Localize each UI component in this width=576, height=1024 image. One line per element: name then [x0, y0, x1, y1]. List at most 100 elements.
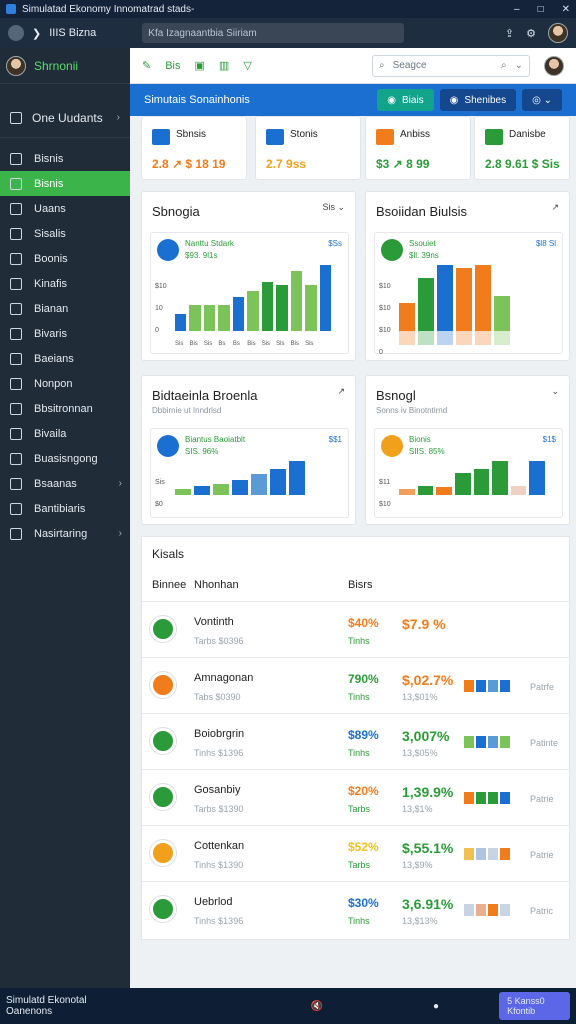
- y-tick-label: $10: [155, 283, 167, 290]
- sidebar-item[interactable]: Nonpon: [0, 371, 130, 396]
- table-row[interactable]: Gosanbiy Tarbs $1390 $20% Tarbs 1,39.9% 13,$1…: [142, 769, 571, 825]
- panel-menu-button[interactable]: ↗: [337, 386, 345, 397]
- col-header[interactable]: Bisrs: [348, 579, 372, 591]
- table-row[interactable]: Cottenkan Tinhs $1390 $52% Tarbs $,55.1% 13,$…: [142, 825, 571, 881]
- sidebar-item[interactable]: Bianan: [0, 296, 130, 321]
- col-header[interactable]: Nhonhan: [194, 579, 239, 591]
- panel-menu-button[interactable]: ⌄: [551, 386, 559, 397]
- row-status[interactable]: Patric: [530, 906, 553, 916]
- chart-bar: [261, 282, 274, 331]
- user-icon[interactable]: ●: [433, 1001, 439, 1012]
- status-button[interactable]: 5 Kanss0 Kfontib: [499, 992, 570, 1020]
- row-trend: Tarbs: [348, 804, 371, 814]
- sidebar-item[interactable]: Nasirtaring ›: [0, 521, 130, 546]
- avatar[interactable]: [548, 23, 568, 43]
- stat-card[interactable]: Anbiss $3 ↗ 8 99: [365, 116, 471, 180]
- row-sub: Tinhs $1396: [194, 916, 244, 926]
- table-title: Kisals: [152, 547, 185, 561]
- primary-button[interactable]: ◉ Biais: [377, 89, 434, 111]
- chart-sublabel: SIS. 96%: [185, 447, 219, 456]
- stat-card[interactable]: Sbnsis 2.8 ↗ $ 18 19: [141, 116, 247, 180]
- row-percent: $20%: [348, 784, 379, 798]
- stat-value: $3 ↗ 8 99: [376, 157, 430, 171]
- panel-menu-button[interactable]: ↗: [551, 202, 559, 213]
- row-trend: Tinhs: [348, 636, 370, 646]
- stat-name: Sbnsis: [176, 129, 207, 140]
- sidebar-item[interactable]: Baeians: [0, 346, 130, 371]
- row-status[interactable]: Patrie: [530, 850, 554, 860]
- address-bar[interactable]: Kfa Izagnaantbia Siiriam: [142, 23, 405, 43]
- sidebar-item[interactable]: Bivaila: [0, 421, 130, 446]
- sidebar-item[interactable]: Bisnis: [0, 171, 130, 196]
- secondary-button[interactable]: ◉ Shenibes: [439, 89, 517, 111]
- row-percent: $89%: [348, 728, 379, 742]
- sidebar-item[interactable]: Bisnis: [0, 146, 130, 171]
- y-tick-label: $0: [155, 501, 163, 508]
- stat-card[interactable]: Stonis 2.7 9ss: [255, 116, 361, 180]
- sidebar-item[interactable]: Bbsitronnan: [0, 396, 130, 421]
- stats-icon[interactable]: ▥: [219, 59, 229, 72]
- search-icon: ⌕: [379, 60, 385, 71]
- panel-menu-button[interactable]: Sis ⌄: [322, 202, 345, 213]
- minimize-button[interactable]: –: [514, 4, 520, 15]
- x-tick-label: Bs: [218, 341, 226, 347]
- chart-bar: [175, 489, 191, 495]
- row-value-sub: 13,$1%: [402, 804, 433, 814]
- status-text: Simulatd Ekonotal Oanenons: [6, 995, 87, 1017]
- mute-icon[interactable]: 🔇: [311, 1001, 323, 1012]
- sidebar-section[interactable]: One Uudants ›: [0, 98, 130, 138]
- filter-icon[interactable]: ▽: [243, 59, 251, 72]
- x-tick-label: Sls: [276, 341, 285, 347]
- color-swatches: [464, 736, 510, 748]
- box-icon: [10, 377, 22, 390]
- sidebar-item[interactable]: Kinafis: [0, 271, 130, 296]
- sidebar-item[interactable]: Uaans: [0, 196, 130, 221]
- dropdown-button[interactable]: ◎ ⌄: [522, 89, 562, 111]
- panel-title: Bsnogl: [376, 388, 416, 403]
- sidebar-item[interactable]: Bsaanas ›: [0, 471, 130, 496]
- sidebar-item[interactable]: Buasisngong: [0, 446, 130, 471]
- sidebar-item-label: Bantibiaris: [34, 502, 86, 515]
- chart-bar: [175, 313, 187, 331]
- sidebar-item[interactable]: Bantibiaris: [0, 496, 130, 521]
- sidebar-item[interactable]: Sisalis: [0, 221, 130, 246]
- x-tick-label: Bs: [232, 341, 240, 347]
- share-icon[interactable]: ⇪: [505, 27, 514, 40]
- search-icon[interactable]: ⌕: [501, 60, 507, 71]
- table-row[interactable]: Boiobrgrin Tinhs $1396 $89% Tinhs 3,007% 13,$…: [142, 713, 571, 769]
- chart-bar: [232, 296, 245, 331]
- row-icon: [150, 616, 176, 642]
- chart-bar: [213, 483, 229, 495]
- row-status[interactable]: Patrie: [530, 794, 554, 804]
- row-icon: [150, 672, 176, 698]
- x-tick-label: Sis: [261, 341, 271, 347]
- chart-legend: Bionis: [409, 435, 431, 444]
- search-input[interactable]: Seagce: [393, 60, 493, 71]
- sidebar-item[interactable]: Boonis: [0, 246, 130, 271]
- nav-item[interactable]: Bis: [165, 60, 180, 72]
- table-row[interactable]: Uebrlod Tinhs $1396 $30% Tinhs 3,6.91% 13,$13…: [142, 881, 571, 937]
- chart-corner-label: $$1: [328, 435, 342, 444]
- close-button[interactable]: ✕: [562, 4, 570, 15]
- col-header[interactable]: Binnee: [152, 579, 186, 591]
- table-row[interactable]: Amnagonan Tabs $0390 790% Tinhs $,02.7% 13,$0…: [142, 657, 571, 713]
- profile-avatar[interactable]: [6, 55, 26, 76]
- row-status[interactable]: Patinte: [530, 738, 558, 748]
- chevron-right-icon: ›: [118, 528, 122, 539]
- forward-icon[interactable]: ❯: [32, 27, 41, 40]
- link-icon: [10, 502, 22, 515]
- sidebar-item[interactable]: Bivaris: [0, 321, 130, 346]
- stat-card[interactable]: Danisbe 2.8 9.61 $ Sis: [474, 116, 570, 180]
- chevron-down-icon[interactable]: ⌄: [515, 60, 523, 71]
- table-row[interactable]: Vontinth Tarbs $0396 $40% Tinhs $7.9 %: [142, 601, 571, 657]
- chart-bar: [189, 305, 201, 331]
- row-name: Vontinth: [194, 616, 234, 628]
- row-status[interactable]: Patrfe: [530, 682, 554, 692]
- back-icon[interactable]: [8, 25, 24, 41]
- settings-icon[interactable]: ⚙: [526, 27, 536, 40]
- edit-icon[interactable]: ✎: [142, 59, 151, 72]
- chat-icon[interactable]: ▣: [195, 59, 205, 72]
- maximize-button[interactable]: □: [538, 4, 544, 15]
- user-avatar[interactable]: [544, 55, 564, 76]
- search-box[interactable]: ⌕ Seagce ⌕ ⌄: [372, 54, 530, 77]
